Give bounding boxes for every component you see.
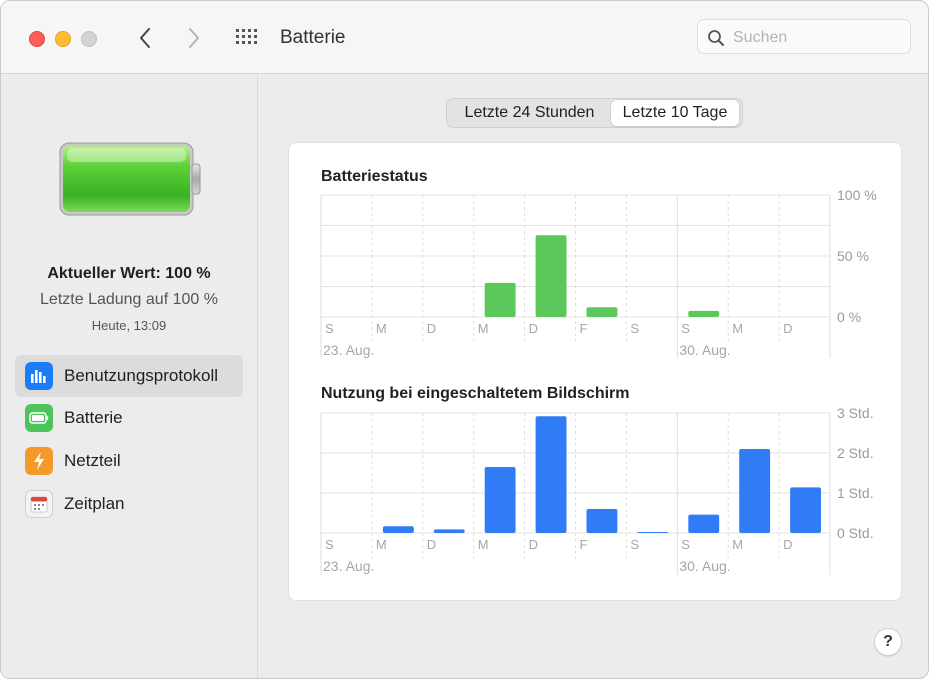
sidebar-item-battery[interactable]: Batterie — [15, 397, 243, 439]
window-title: Batterie — [280, 27, 346, 48]
bar — [790, 487, 821, 533]
screen-on-usage-chart: 3 Std. 2 Std. 1 Std. 0 Std. S M D M D F S S M D 23. Au… — [320, 405, 874, 575]
sidebar-item-label: Netzteil — [64, 451, 121, 470]
sidebar-item-power-adapter[interactable]: Netzteil — [15, 440, 243, 482]
forward-button[interactable] — [181, 24, 207, 52]
system-preferences-window: Batterie Suchen Aktueller Wert: 100 % Le… — [0, 0, 929, 679]
y-tick-label: 0 Std. — [837, 525, 874, 541]
segment-last-24-hours[interactable]: Letzte 24 Stunden — [450, 100, 609, 126]
back-button[interactable] — [132, 24, 158, 52]
sidebar: Aktueller Wert: 100 % Letzte Ladung auf … — [1, 74, 258, 678]
search-field[interactable]: Suchen — [697, 19, 911, 54]
sidebar-item-usage-history[interactable]: Benutzungsprotokoll — [15, 355, 243, 397]
bar — [688, 514, 720, 533]
search-icon — [708, 30, 724, 46]
calendar-icon — [25, 490, 53, 518]
bar — [739, 449, 771, 533]
zoom-button[interactable] — [81, 31, 97, 47]
x-tick-label: M — [732, 537, 743, 552]
bar — [484, 467, 516, 533]
bar — [586, 509, 618, 533]
last-charge-text: Letzte Ladung auf 100 % — [40, 291, 218, 308]
bar — [433, 529, 465, 533]
last-charge-timestamp: Heute, 13:09 — [91, 318, 167, 333]
y-tick-label: 3 Std. — [837, 405, 874, 421]
show-all-button[interactable] — [233, 25, 263, 51]
chevron-right-icon — [189, 28, 199, 48]
x-tick-label: D — [529, 537, 538, 552]
y-tick-label: 1 Std. — [837, 485, 874, 501]
date-label: 30. Aug. — [679, 558, 730, 574]
x-tick-label: S — [681, 537, 690, 552]
x-tick-label: F — [580, 537, 588, 552]
x-tick-label: M — [478, 537, 489, 552]
y-tick-label: 2 Std. — [837, 445, 874, 461]
help-button[interactable]: ? — [874, 628, 902, 656]
battery-level-icon — [59, 142, 201, 216]
battery-icon — [25, 404, 53, 432]
usage-chart-icon — [25, 362, 53, 390]
x-tick-label: D — [427, 537, 436, 552]
bar — [382, 526, 414, 533]
toolbar: Batterie Suchen — [1, 1, 928, 74]
lightning-icon — [25, 447, 53, 475]
sidebar-item-label: Zeitplan — [64, 494, 125, 513]
x-tick-label: M — [376, 537, 387, 552]
sidebar-item-schedule[interactable]: Zeitplan — [15, 483, 243, 525]
minimize-button[interactable] — [55, 31, 71, 47]
search-placeholder: Suchen — [733, 29, 788, 46]
close-button[interactable] — [29, 31, 45, 47]
bar — [535, 416, 567, 533]
chevron-left-icon — [140, 28, 150, 48]
current-charge-value: Aktueller Wert: 100 % — [47, 265, 211, 282]
bar — [637, 532, 669, 533]
x-tick-label: S — [325, 537, 334, 552]
segment-last-10-days[interactable]: Letzte 10 Tage — [611, 100, 739, 126]
sidebar-item-label: Batterie — [64, 408, 123, 427]
grid-icon — [236, 29, 257, 44]
date-label: 23. Aug. — [323, 558, 374, 574]
x-tick-label: D — [783, 537, 792, 552]
time-range-control: Letzte 24 Stunden Letzte 10 Tage — [446, 98, 743, 128]
sidebar-item-label: Benutzungsprotokoll — [64, 366, 219, 385]
x-tick-label: S — [630, 537, 639, 552]
usage-history-panel: Batteriestatus 100 % 50 % 0 % S M D M D F S S M D 23.… — [288, 142, 902, 601]
